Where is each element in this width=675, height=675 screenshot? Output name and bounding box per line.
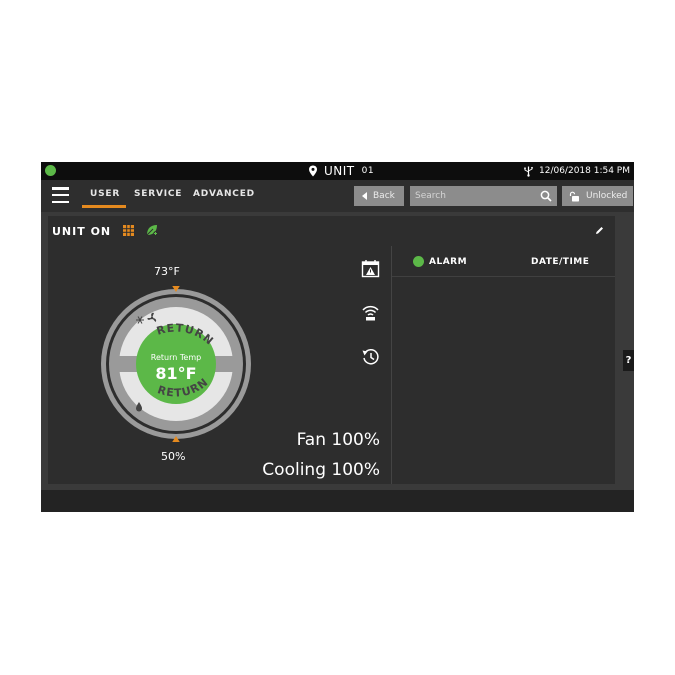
unit-selector[interactable]: UNIT 01 [307,163,374,179]
return-dial[interactable]: RETURN RETURN Return Temp 81°F [100,286,252,442]
tab-user[interactable]: USER [90,189,120,199]
datetime-text: 12/06/2018 1:54 PM [539,166,630,176]
alarm-table-header: ALARM DATE/TIME [392,246,615,277]
controller-screen: UNIT 01 12/06/2018 1:54 PM USER SERVICE … [41,162,634,512]
wireless-icon[interactable] [361,303,380,322]
cooling-readout: Cooling 100% [262,460,380,480]
datetime-column-header[interactable]: DATE/TIME [531,257,589,267]
panel-divider [391,246,392,484]
help-button[interactable]: ? [623,350,634,371]
main-panel: UNIT ON 73°F RETURN RETURN Return Temp 8… [48,216,615,484]
alarm-column-header[interactable]: ALARM [429,257,467,267]
bottom-bar [41,490,634,512]
search-icon[interactable] [540,190,552,202]
temperature-setpoint[interactable]: 73°F [154,265,180,278]
tab-advanced[interactable]: ADVANCED [193,189,255,199]
unlock-icon [569,191,579,201]
back-button[interactable]: Back [354,186,404,206]
lock-toggle-button[interactable]: Unlocked [562,186,633,206]
menu-icon[interactable] [52,187,69,203]
eco-leaf-icon [146,225,158,236]
clock: 12/06/2018 1:54 PM [523,163,630,179]
status-bar: UNIT 01 12/06/2018 1:54 PM [41,162,634,180]
edit-pencil-icon[interactable] [594,225,605,236]
system-status-indicator [45,165,56,176]
nav-bar: USER SERVICE ADVANCED Back Unlocked [41,180,634,212]
fan-speed-readout: Fan 100% [296,430,380,450]
return-temp-label: Return Temp [151,353,201,362]
usb-icon [524,166,533,177]
back-arrow-icon [362,192,367,200]
unit-label: UNIT [324,164,355,178]
unit-number: 01 [361,166,375,176]
active-tab-indicator [82,205,126,208]
return-temp-value: 81°F [155,364,196,383]
filter-grid-icon [123,225,134,236]
search-input[interactable] [410,186,557,206]
humidity-setpoint[interactable]: 50% [161,450,185,463]
lock-status-label: Unlocked [586,191,628,201]
unit-status-text: UNIT ON [52,225,112,238]
back-button-label: Back [373,191,395,201]
tab-service[interactable]: SERVICE [134,189,182,199]
calendar-alarm-icon[interactable] [361,259,380,278]
alarm-status-indicator [413,256,424,267]
history-icon[interactable] [361,347,380,366]
location-pin-icon [309,165,317,177]
